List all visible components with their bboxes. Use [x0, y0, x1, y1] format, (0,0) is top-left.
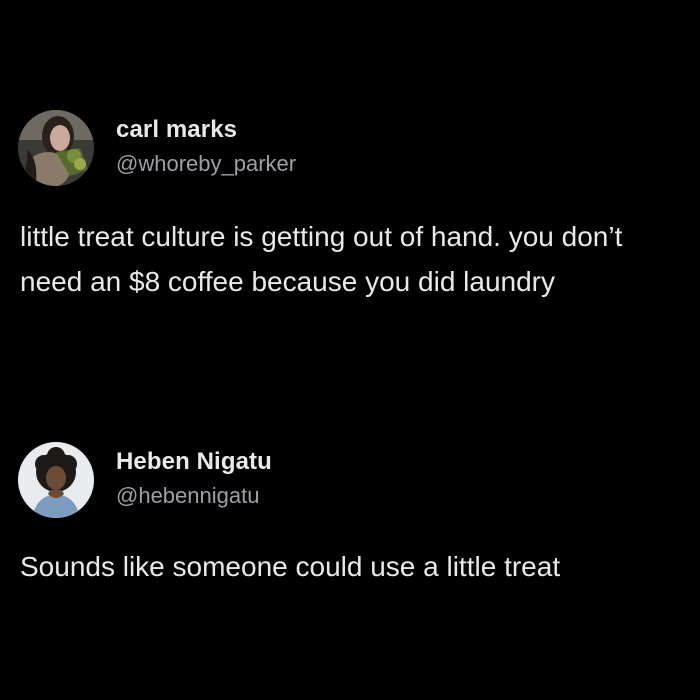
post: Heben Nigatu @hebennigatu Sounds like so…	[0, 440, 700, 582]
post-text: Sounds like someone could use a little t…	[20, 551, 561, 582]
post-header: carl marks @whoreby_parker	[0, 108, 700, 188]
avatar-photo-icon	[18, 110, 94, 186]
avatar[interactable]	[18, 110, 94, 186]
author-handle[interactable]: @whoreby_parker	[116, 151, 296, 177]
post: carl marks @whoreby_parker little treat …	[0, 108, 700, 297]
avatar-photo-icon	[18, 442, 94, 518]
post-header: Heben Nigatu @hebennigatu	[0, 440, 700, 520]
author-handle[interactable]: @hebennigatu	[116, 483, 259, 509]
author-name[interactable]: carl marks	[116, 116, 237, 144]
avatar[interactable]	[18, 442, 94, 518]
author-name[interactable]: Heben Nigatu	[116, 448, 272, 476]
post-text: little treat culture is getting out of h…	[20, 221, 623, 297]
